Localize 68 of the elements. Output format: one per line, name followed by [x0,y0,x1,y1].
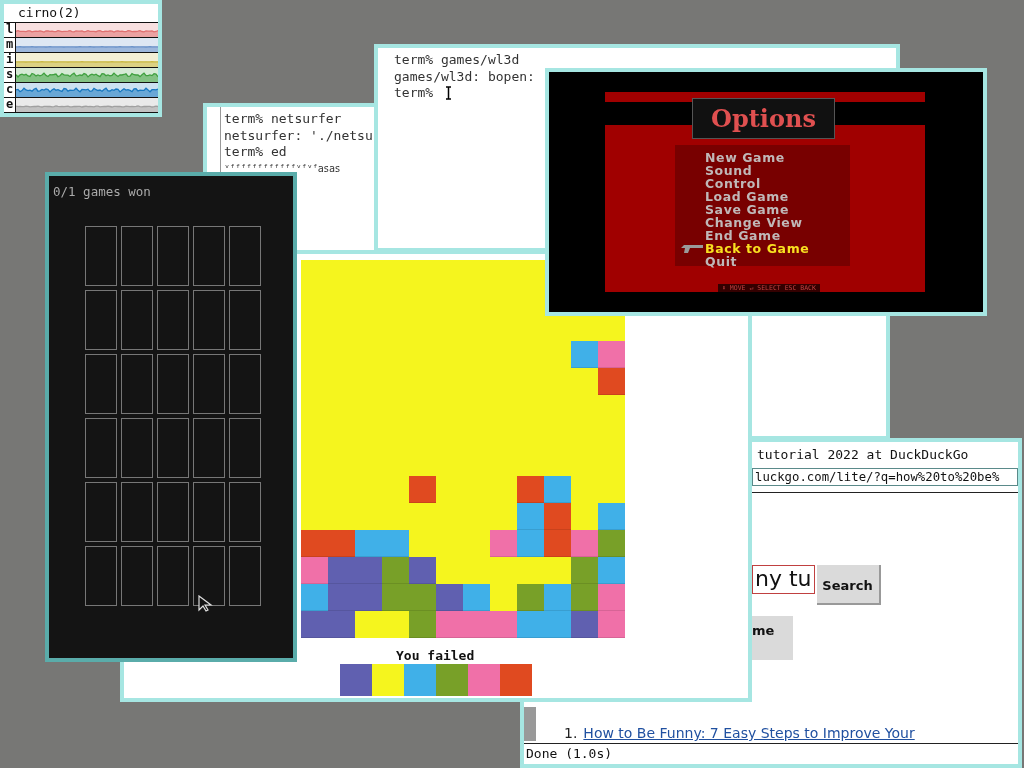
menu-item[interactable]: Sound [705,164,850,177]
menu-item[interactable]: Control [705,177,850,190]
card[interactable] [157,354,189,414]
card[interactable] [193,290,225,350]
card[interactable] [121,290,153,350]
card[interactable] [193,418,225,478]
card[interactable] [193,546,225,606]
card[interactable] [85,354,117,414]
card[interactable] [229,546,261,606]
menu-item[interactable]: Back to Game [705,242,850,255]
menu-title: Options [692,98,835,139]
url-field[interactable]: luckgo.com/lite/?q=how%20to%20be% [752,468,1018,486]
scrollbar[interactable] [524,707,536,741]
result-number: 1. [564,725,578,741]
menu-item[interactable]: Save Game [705,203,850,216]
card[interactable] [121,354,153,414]
card[interactable] [85,546,117,606]
card[interactable] [157,418,189,478]
card[interactable] [85,482,117,542]
card[interactable] [229,418,261,478]
card[interactable] [85,226,117,286]
graph-label: s [4,68,16,82]
terminal-line: ᵛᶠᶠᶠᶠᶠᶠᶠᶠᶠᶠᶠᶠᵛᶠᵛᶠasas [224,161,340,176]
graph-label: e [4,98,16,112]
card[interactable] [157,546,189,606]
card[interactable] [193,482,225,542]
window-title: cirno(2) [4,4,158,23]
terminal-line: term% [394,85,435,102]
graph-label: i [4,53,16,67]
menu-item[interactable]: Quit [705,255,850,268]
terminal-line: netsurfer: './netsu [224,127,373,144]
card[interactable] [229,354,261,414]
card[interactable] [229,482,261,542]
menu-item[interactable]: New Game [705,151,850,164]
card[interactable] [157,482,189,542]
terminal-line: term% ed [224,144,287,161]
graph-label: m [4,38,16,52]
card[interactable] [157,290,189,350]
pointer-icon [198,595,214,612]
terminal-line: term% games/wl3d [394,52,520,69]
result-link[interactable]: How to Be Funny: 7 Easy Steps to Improve Your [583,725,915,741]
card[interactable] [121,546,153,606]
terminal-line: term% netsurfer [224,111,342,128]
card[interactable] [193,226,225,286]
text-cursor-icon [446,86,451,100]
status-bar: Done (1.0s) [524,743,1018,764]
card[interactable] [121,226,153,286]
menu-item[interactable]: Change View [705,216,850,229]
search-field[interactable]: ny tu [752,565,815,594]
terminal-line: games/wl3d: bopen: [394,68,536,85]
card[interactable] [193,354,225,414]
menu-item[interactable]: End Game [705,229,850,242]
card[interactable] [85,418,117,478]
pistol-icon [681,244,703,253]
graph-label: l [4,23,16,37]
card[interactable] [121,482,153,542]
card[interactable] [229,290,261,350]
graph-label: c [4,83,16,97]
card[interactable] [157,226,189,286]
games-won-text: 0/1 games won [53,184,152,199]
game-message: You failed [396,648,476,663]
search-button[interactable]: Search [816,565,881,605]
menu-item[interactable]: Load Game [705,190,850,203]
card[interactable] [85,290,117,350]
card[interactable] [229,226,261,286]
page-title: tutorial 2022 at DuckDuckGo [757,447,970,462]
page-button[interactable]: me [752,616,793,660]
card[interactable] [121,418,153,478]
